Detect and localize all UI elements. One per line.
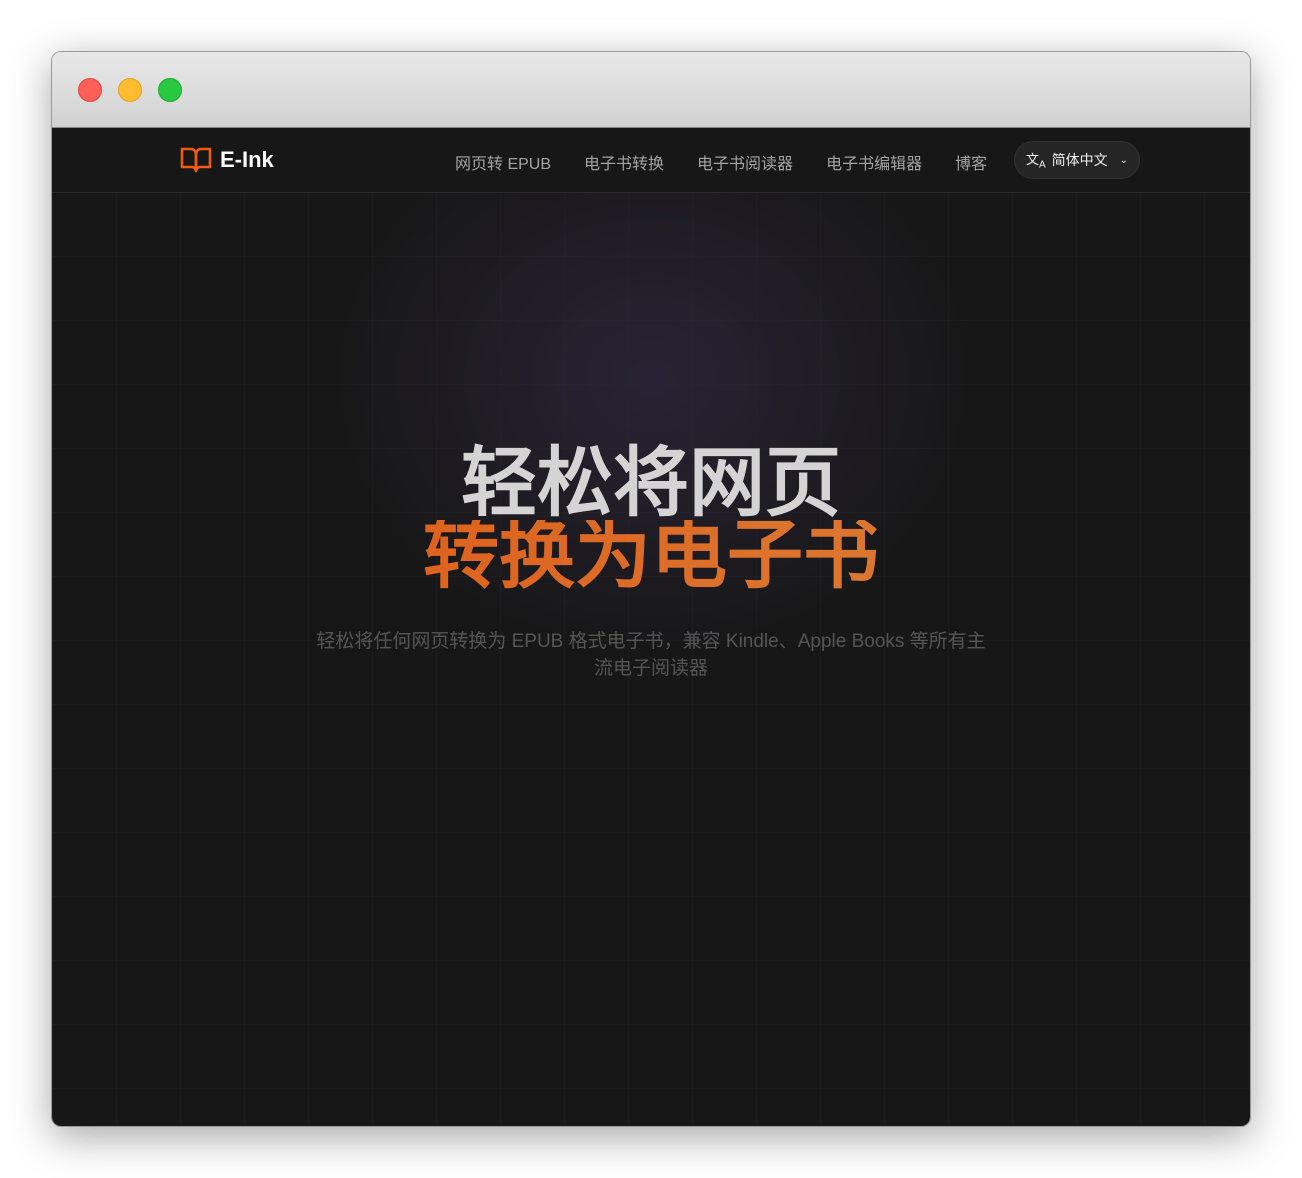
language-label: 简体中文 xyxy=(1051,152,1108,168)
book-icon xyxy=(180,147,212,173)
browser-window: E-Ink 网页转 EPUB 电子书转换 电子书阅读器 电子书编辑器 博客 文A… xyxy=(51,51,1251,1127)
nav-link-ebook-reader[interactable]: 电子书阅读器 xyxy=(697,150,793,174)
nav-link-blog[interactable]: 博客 xyxy=(955,150,987,174)
brand-name: E-Ink xyxy=(220,147,274,172)
hero-subtitle: 轻松将任何网页转换为 EPUB 格式电子书，兼容 Kindle、Apple Bo… xyxy=(316,631,986,679)
logo[interactable]: E-Ink xyxy=(180,145,274,175)
nav-links: 网页转 EPUB 电子书转换 电子书阅读器 电子书编辑器 博客 xyxy=(455,150,987,174)
page: E-Ink 网页转 EPUB 电子书转换 电子书阅读器 电子书编辑器 博客 文A… xyxy=(52,128,1250,1126)
language-selector[interactable]: 文A 简体中文 ⌄ xyxy=(1014,141,1140,179)
nav-link-ebook-editor[interactable]: 电子书编辑器 xyxy=(826,150,922,174)
hero-title-line2: 转换为电子书 xyxy=(52,518,1250,594)
navbar: E-Ink 网页转 EPUB 电子书转换 电子书阅读器 电子书编辑器 博客 文A… xyxy=(52,128,1250,193)
maximize-button[interactable] xyxy=(158,78,182,102)
chevron-down-icon: ⌄ xyxy=(1119,154,1129,166)
nav-link-ebook-converter[interactable]: 电子书转换 xyxy=(584,150,664,174)
title-bar xyxy=(52,52,1250,128)
close-button[interactable] xyxy=(78,78,102,102)
hero: 轻松将网页 转换为电子书 轻松将任何网页转换为 EPUB 格式电子书，兼容 Ki… xyxy=(52,441,1250,682)
minimize-button[interactable] xyxy=(118,78,142,102)
translate-icon: 文A xyxy=(1025,152,1046,171)
hero-title-line1: 轻松将网页 xyxy=(461,441,841,526)
nav-link-web-to-epub[interactable]: 网页转 EPUB xyxy=(455,150,551,174)
